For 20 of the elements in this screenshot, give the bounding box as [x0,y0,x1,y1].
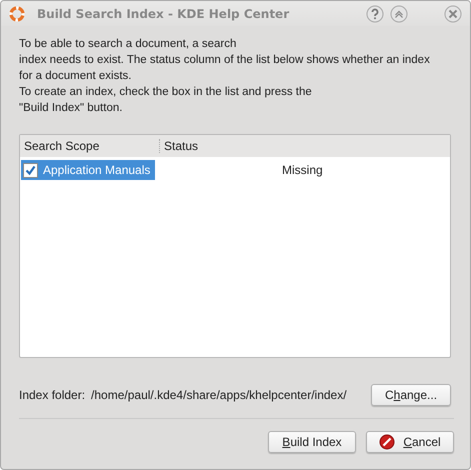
intro-text: for a document exists. [19,69,132,84]
close-icon[interactable] [444,4,462,22]
status-cell: Missing [282,163,323,177]
window-title: Build Search Index - KDE Help Center [37,6,290,20]
lifebuoy-icon [9,6,25,22]
folder-path: /home/paul/.kde4/share/apps/khelpcenter/index/ [91,388,347,402]
column-header[interactable]: Status [160,139,198,153]
stop-icon [379,434,396,450]
checkbox[interactable] [23,162,38,178]
build-index-button[interactable]: Build Index [268,431,356,453]
cancel-button[interactable]: Cancel [366,431,454,453]
column-header[interactable]: Search Scope [20,139,160,153]
intro-text: To be able to search a document, a search [19,37,238,52]
help-icon[interactable] [366,4,384,22]
change-button[interactable]: Change... [371,384,451,406]
intro-text: "Build Index" button. [19,101,124,116]
intro-text: To create an index, check the box in the list and press the [19,85,313,100]
shade-icon[interactable] [390,4,408,22]
intro-text: index needs to exist. The status column of the list below shows whether an index [19,53,431,68]
folder-label: Index folder: [19,388,86,402]
